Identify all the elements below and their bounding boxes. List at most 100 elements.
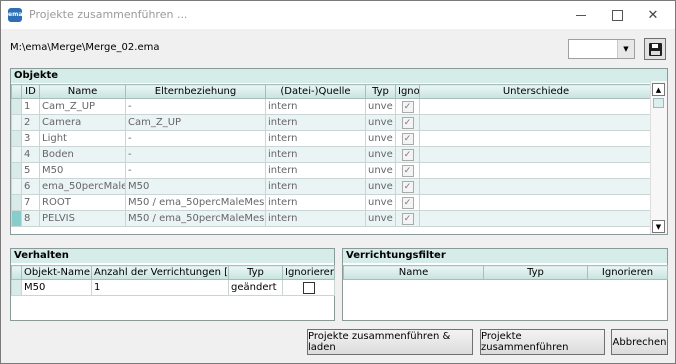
cell-igno[interactable]: ✓ (395, 162, 420, 179)
column-header-objekt-name[interactable]: Objekt-Name (21, 265, 92, 280)
column-header-elternbeziehung[interactable]: Elternbeziehung (125, 84, 266, 99)
cell-source[interactable]: intern (265, 194, 366, 211)
scroll-up-icon[interactable]: ▲ (652, 83, 665, 96)
cell-name[interactable]: ROOT (39, 194, 126, 211)
cell-typ[interactable]: unve (365, 178, 396, 195)
row-header[interactable] (11, 279, 22, 296)
cell-diff[interactable] (419, 130, 653, 147)
cell-source[interactable]: intern (265, 114, 366, 131)
merge-button[interactable]: Projekte zusammenführen (480, 329, 605, 355)
column-header-typ[interactable]: Typ (483, 265, 588, 280)
row-header[interactable] (11, 130, 22, 147)
row-header[interactable] (11, 162, 22, 179)
cell-source[interactable]: intern (265, 178, 366, 195)
cell-parent[interactable]: M50 / ema_50percMaleMesh (125, 194, 266, 211)
ignore-checkbox[interactable]: ✓ (401, 132, 414, 145)
table-row[interactable]: 4 Boden - intern unve ✓ (11, 146, 653, 163)
cell-diff[interactable] (419, 146, 653, 163)
cell-typ[interactable]: unve (365, 130, 396, 147)
cell-name[interactable]: Cam_Z_UP (39, 98, 126, 115)
cell-name[interactable]: Camera (39, 114, 126, 131)
column-header-ignorierer[interactable]: Ignorierer (282, 265, 335, 280)
cell-typ[interactable]: unve (365, 98, 396, 115)
cell-id[interactable]: 3 (21, 130, 40, 147)
merge-and-load-button[interactable]: Projekte zusammenführen & laden (307, 329, 473, 355)
row-header[interactable] (11, 114, 22, 131)
ignore-checkbox[interactable]: ✓ (401, 148, 414, 161)
cell-ignorierer[interactable] (282, 279, 335, 296)
table-row[interactable]: 1 Cam_Z_UP - intern unve ✓ (11, 98, 653, 115)
cell-typ[interactable]: unve (365, 114, 396, 131)
chevron-down-icon[interactable]: ▼ (617, 40, 634, 58)
maximize-button[interactable] (603, 5, 631, 25)
cell-id[interactable]: 6 (21, 178, 40, 195)
ignore-checkbox[interactable]: ✓ (401, 180, 414, 193)
cell-source[interactable]: intern (265, 98, 366, 115)
column-header-id[interactable]: ID (21, 84, 40, 99)
table-row[interactable]: M50 1 geändert (11, 279, 335, 296)
ignore-checkbox[interactable]: ✓ (401, 212, 414, 225)
project-select[interactable]: ▼ (568, 39, 635, 59)
cell-parent[interactable]: - (125, 98, 266, 115)
column-header-ignorieren[interactable]: Ignorieren (587, 265, 668, 280)
ignore-checkbox[interactable] (302, 281, 315, 294)
scroll-down-icon[interactable]: ▼ (652, 220, 665, 233)
minimize-button[interactable] (567, 5, 595, 25)
ignore-checkbox[interactable]: ✓ (401, 196, 414, 209)
cell-igno[interactable]: ✓ (395, 146, 420, 163)
cell-name[interactable]: PELVIS (39, 210, 126, 227)
cell-parent[interactable]: Cam_Z_UP (125, 114, 266, 131)
table-row[interactable]: 6 ema_50percMaleI M50 intern unve ✓ (11, 178, 653, 195)
cell-diff[interactable] (419, 114, 653, 131)
column-header-typ[interactable]: Typ (365, 84, 396, 99)
table-row[interactable]: 7 ROOT M50 / ema_50percMaleMesh intern unve ✓ (11, 194, 653, 211)
cell-id[interactable]: 7 (21, 194, 40, 211)
cell-id[interactable]: 2 (21, 114, 40, 131)
cell-typ[interactable]: geändert (228, 279, 283, 296)
row-header[interactable] (11, 210, 22, 227)
table-row[interactable]: 2 Camera Cam_Z_UP intern unve ✓ (11, 114, 653, 131)
cell-typ[interactable]: unve (365, 194, 396, 211)
cell-diff[interactable] (419, 98, 653, 115)
cell-id[interactable]: 1 (21, 98, 40, 115)
cell-id[interactable]: 5 (21, 162, 40, 179)
row-header[interactable] (11, 178, 22, 195)
cell-name[interactable]: M50 (39, 162, 126, 179)
ignore-checkbox[interactable]: ✓ (401, 164, 414, 177)
cell-igno[interactable]: ✓ (395, 178, 420, 195)
cell-diff[interactable] (419, 162, 653, 179)
ignore-checkbox[interactable]: ✓ (401, 116, 414, 129)
scrollbar-thumb[interactable] (653, 98, 664, 108)
close-button[interactable]: ✕ (639, 5, 667, 25)
cell-typ[interactable]: unve (365, 162, 396, 179)
cell-source[interactable]: intern (265, 162, 366, 179)
row-header[interactable] (11, 194, 22, 211)
save-button[interactable] (644, 38, 666, 60)
cell-diff[interactable] (419, 178, 653, 195)
cell-diff[interactable] (419, 210, 653, 227)
ignore-checkbox[interactable]: ✓ (401, 100, 414, 113)
cell-id[interactable]: 4 (21, 146, 40, 163)
cancel-button[interactable]: Abbrechen (611, 329, 668, 355)
cell-name[interactable]: Boden (39, 146, 126, 163)
cell-igno[interactable]: ✓ (395, 98, 420, 115)
cell-typ[interactable]: unve (365, 210, 396, 227)
cell-name[interactable]: ema_50percMaleI (39, 178, 126, 195)
cell-parent[interactable]: M50 (125, 178, 266, 195)
row-header[interactable] (11, 98, 22, 115)
cell-objekt-name[interactable]: M50 (21, 279, 92, 296)
cell-anzahl[interactable]: 1 (91, 279, 229, 296)
column-header-quelle[interactable]: (Datei-)Quelle (265, 84, 366, 99)
cell-diff[interactable] (419, 194, 653, 211)
column-header-igno[interactable]: Igno (395, 84, 420, 99)
cell-typ[interactable]: unve (365, 146, 396, 163)
cell-parent[interactable]: - (125, 162, 266, 179)
cell-igno[interactable]: ✓ (395, 114, 420, 131)
cell-source[interactable]: intern (265, 130, 366, 147)
cell-id[interactable]: 8 (21, 210, 40, 227)
cell-parent[interactable]: - (125, 146, 266, 163)
table-row[interactable]: 5 M50- intern unve ✓ (11, 162, 653, 179)
column-header-anzahl[interactable]: Anzahl der Verrichtungen [#] (91, 265, 229, 280)
cell-source[interactable]: intern (265, 210, 366, 227)
table-row[interactable]: 3 Light - intern unve ✓ (11, 130, 653, 147)
